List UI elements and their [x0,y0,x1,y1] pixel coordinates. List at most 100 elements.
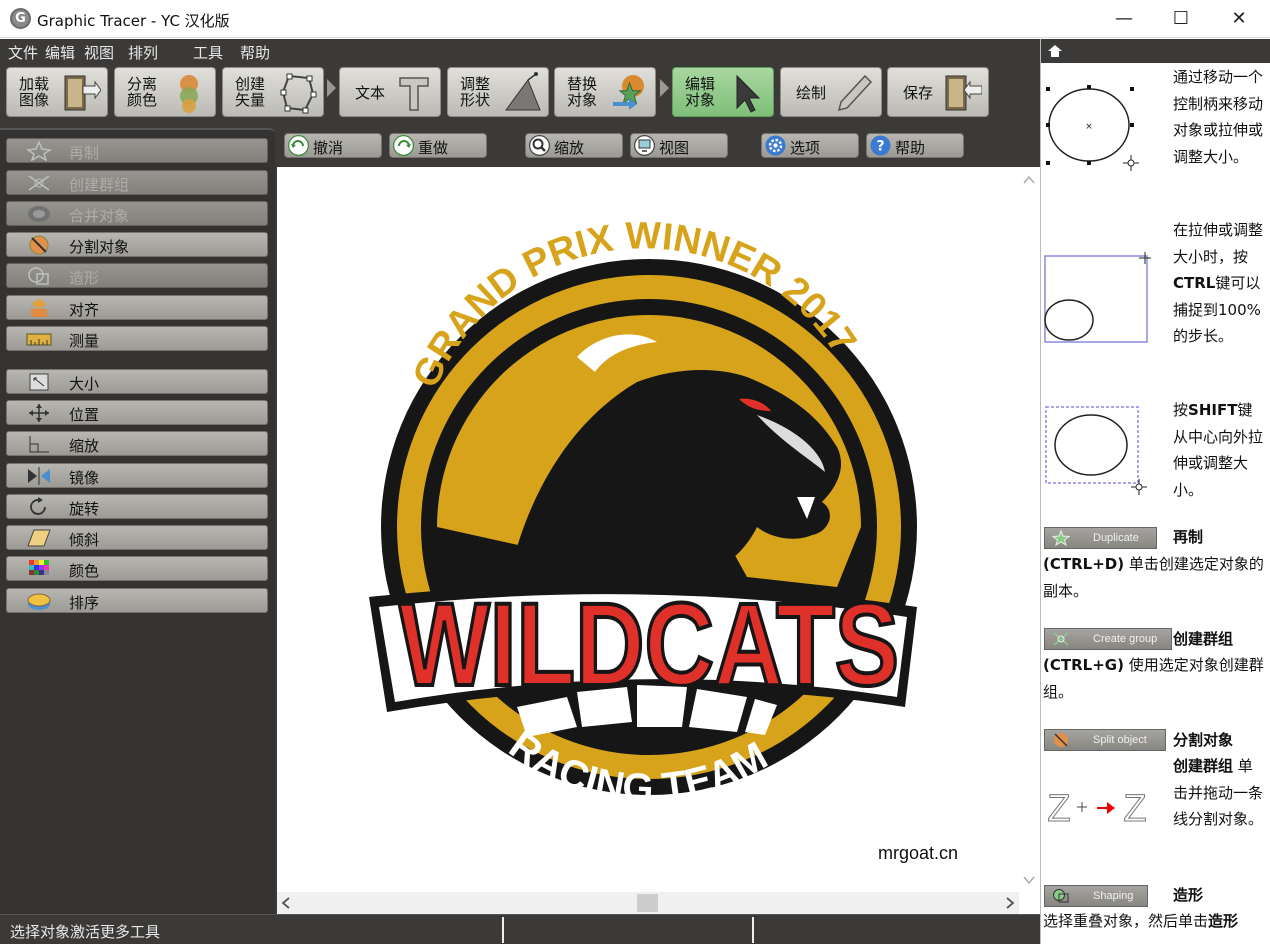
wildcats-logo[interactable]: WILDCATS GRAND PRIX WINNER 2017 RACING T… [277,167,1019,892]
view-button[interactable]: 视图 [630,133,728,158]
rotate-tool[interactable]: 旋转 [6,494,268,519]
zoom-label: 缩放 [554,139,585,157]
separate-colors-button[interactable]: 分离 颜色 [114,67,216,117]
duplicate-icon [1051,530,1071,546]
menu-arrange[interactable]: 排列 [128,42,158,63]
split-object-icon [1054,733,1068,747]
window-title: Graphic Tracer - YC 汉化版 [37,12,230,30]
app-logo-icon: G [10,8,31,29]
edit-object-button[interactable]: 编辑 对象 [672,67,774,117]
scale-icon [29,436,49,453]
mirror-tool[interactable]: 镜像 [6,463,268,488]
align-tool[interactable]: 对齐 [6,295,268,320]
help-shaping-desc: 选择重叠对象，然后单击造形 [1043,908,1267,935]
close-button[interactable]: ✕ [1210,0,1268,38]
help-create-group-key: (CTRL+G) [1043,656,1124,674]
menu-help[interactable]: 帮助 [240,42,270,63]
view-label: 视图 [659,139,690,157]
help-duplicate-key: (CTRL+D) [1043,555,1125,573]
help-shift-text: 按SHIFT键从中心向外拉伸或调整大小。 [1173,397,1263,503]
undo-button[interactable]: 撤消 [284,133,382,158]
help-ctrl-key: CTRL [1173,274,1216,292]
create-group-tool[interactable]: 创建群组 [6,170,268,195]
shift-center-diagram [1045,406,1147,495]
redo-button[interactable]: 重做 [389,133,487,158]
zoom-button[interactable]: 缩放 [525,133,623,158]
save-button[interactable]: 保存 [887,67,989,117]
duplicate-tool[interactable]: 再制 [6,138,268,163]
align-label: 对齐 [69,301,100,319]
color-tool[interactable]: 颜色 [6,556,268,581]
ctrl-snap-diagram [1044,252,1151,343]
order-label: 排序 [69,594,100,612]
create-vector-label: 创建 矢量 [234,75,265,109]
shaping-tool[interactable]: 造形 [6,263,268,288]
rotate-label: 旋转 [69,500,100,518]
position-label: 位置 [69,406,100,424]
order-tool[interactable]: 排序 [6,588,268,613]
replace-object-icon [613,75,644,110]
shaping-icon [28,267,49,285]
text-button[interactable]: 文本 [339,67,441,117]
create-vector-icon [280,73,317,114]
load-image-button[interactable]: 加载 图像 [6,67,108,117]
merge-objects-tool[interactable]: 合并对象 [6,201,268,226]
help-shift-key: SHIFT [1188,401,1238,419]
position-tool[interactable]: 位置 [6,400,268,425]
mirror-label: 镜像 [69,469,100,487]
horizontal-scrollbar[interactable] [277,892,1019,914]
replace-object-label: 替换 对象 [566,75,597,109]
menu-file[interactable]: 文件 [8,42,38,63]
replace-object-button[interactable]: 替换 对象 [554,67,656,117]
adjust-shape-label: 调整 形状 [459,75,490,109]
adjust-shape-button[interactable]: 调整 形状 [447,67,549,117]
left-tool-panel: 再制 创建群组 合并对象 分割对象 造形 对齐 测量 大小 位置 缩放 镜像 旋… [0,123,277,914]
help-shaping-chip: Shaping [1044,885,1148,907]
zoom-icon [529,135,550,156]
help-shaping-title: 造形 [1173,886,1204,904]
split-object-tool[interactable]: 分割对象 [6,232,268,257]
position-icon [29,404,49,422]
scale-tool[interactable]: 缩放 [6,431,268,456]
merge-objects-label: 合并对象 [69,207,130,225]
help-button[interactable]: ? 帮助 [866,133,964,158]
size-tool[interactable]: 大小 [6,369,268,394]
minimize-button[interactable]: — [1095,0,1153,38]
menu-edit[interactable]: 编辑 [45,42,75,63]
mirror-icon [28,467,50,485]
options-gear-icon [765,135,786,156]
duplicate-icon [25,141,53,161]
help-split-object-sub: 创建群组 [1173,757,1234,775]
help-create-group-desc: (CTRL+G) 使用选定对象创建群组。 [1043,652,1267,705]
help-duplicate-desc: (CTRL+D) 单击创建选定对象的副本。 [1043,551,1267,604]
svg-text:×: × [1085,122,1093,132]
measure-tool[interactable]: 测量 [6,326,268,351]
help-create-group-chip-label: Create group [1093,633,1158,645]
help-split-object-desc: 创建群组 单击并拖动一条线分割对象。 [1173,753,1265,833]
options-button[interactable]: 选项 [761,133,859,158]
help-ctrl-text: 在拉伸或调整大小时，按CTRL键可以捕捉到100%的步长。 [1173,217,1265,350]
menu-view[interactable]: 视图 [84,42,114,63]
help-label: 帮助 [895,139,926,157]
save-label: 保存 [902,84,933,102]
skew-tool[interactable]: 倾斜 [6,525,268,550]
load-image-label: 加载 图像 [18,75,49,109]
maximize-button[interactable]: ☐ [1152,0,1210,38]
secondary-toolbar: 撤消 重做 缩放 视图 选项 ? 帮助 [277,123,1040,167]
edit-object-label: 编辑 对象 [684,75,715,109]
separate-colors-icon [180,75,198,113]
home-icon[interactable] [1047,43,1063,59]
shaping-label: 造形 [69,269,100,287]
menu-tools[interactable]: 工具 [193,42,223,63]
vertical-scrollbar[interactable] [1019,167,1040,892]
color-icon [29,560,49,575]
draw-button[interactable]: 绘制 [780,67,882,117]
redo-icon [393,135,414,156]
order-icon [27,593,51,610]
drawing-canvas[interactable]: WILDCATS GRAND PRIX WINNER 2017 RACING T… [277,167,1019,892]
create-group-icon [1053,632,1069,646]
rotate-icon [30,497,46,515]
create-vector-button[interactable]: 创建 矢量 [222,67,324,117]
split-object-icon [29,235,49,255]
vertical-scroll-arrows [1023,175,1035,885]
